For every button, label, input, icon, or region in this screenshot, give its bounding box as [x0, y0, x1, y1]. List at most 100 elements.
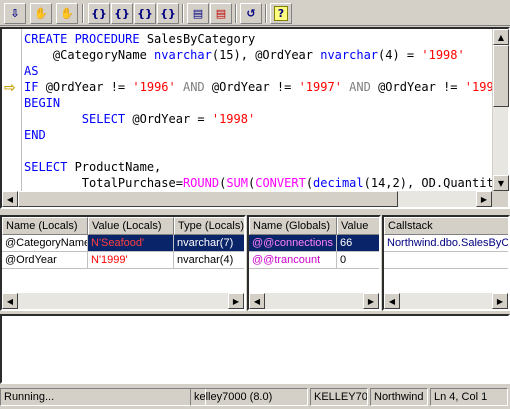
step-out-brace-icon: {}: [137, 7, 153, 20]
locals-row-value[interactable]: N'Seafood': [88, 235, 174, 252]
step-over-brace-button[interactable]: {}: [111, 3, 133, 24]
scroll-left-icon[interactable]: ◀: [384, 293, 400, 309]
globals-name-header[interactable]: Name (Globals): [249, 217, 337, 235]
code-line[interactable]: END: [24, 127, 494, 143]
code-token: SELECT: [24, 160, 75, 174]
code-token: @OrdYear =: [132, 112, 212, 126]
code-token: '1996': [132, 80, 176, 94]
debugger-toolbar: ⇩ ✋ ✋ {} {} {} {} ▤ ▤ ↺ ?: [0, 0, 510, 26]
locals-name-header[interactable]: Name (Locals): [2, 217, 88, 235]
scroll-right-icon[interactable]: ▶: [363, 293, 379, 309]
run-to-cursor-brace-button[interactable]: {}: [157, 3, 179, 24]
toolbar-separator: [235, 4, 237, 23]
code-line[interactable]: [24, 143, 494, 159]
scroll-up-icon[interactable]: ▲: [493, 29, 509, 45]
globals-row-name[interactable]: @@trancount: [249, 252, 337, 269]
code-line[interactable]: @CategoryName nvarchar(15), @OrdYear nva…: [24, 47, 494, 63]
code-token: (14,2), OD.Quantity: [363, 176, 494, 190]
code-line[interactable]: CREATE PROCEDURE SalesByCategory: [24, 31, 494, 47]
toggle-breakpoint-button[interactable]: ▤: [187, 3, 209, 24]
code-token: nvarchar: [320, 48, 379, 62]
status-state: Running...: [0, 388, 206, 406]
step-into-icon: ⇩: [10, 7, 20, 20]
globals-row-name[interactable]: @@connections: [249, 235, 337, 252]
step-over-brace-icon: {}: [114, 7, 130, 20]
scroll-thumb[interactable]: [493, 45, 509, 107]
restart-icon: ↺: [246, 7, 256, 20]
globals-horizontal-scrollbar[interactable]: ◀ ▶: [249, 293, 379, 309]
status-database: Northwind: [370, 388, 428, 406]
code-token: AND: [175, 80, 212, 94]
code-line[interactable]: BEGIN: [24, 95, 494, 111]
locals-row-type[interactable]: nvarchar(7): [174, 235, 244, 252]
callstack-row[interactable]: Northwind.dbo.SalesByCategory: [384, 235, 508, 252]
editor-gutter: ⇨: [2, 29, 22, 191]
step-into-brace-button[interactable]: {}: [88, 3, 110, 24]
code-line[interactable]: AS: [24, 63, 494, 79]
help-icon: ?: [273, 6, 289, 21]
code-line[interactable]: TotalPurchase=ROUND(SUM(CONVERT(decimal(…: [24, 175, 494, 191]
callstack-horizontal-scrollbar[interactable]: ◀ ▶: [384, 293, 508, 309]
globals-row-value[interactable]: 66: [337, 235, 379, 252]
remove-breakpoints-button[interactable]: ▤: [210, 3, 232, 24]
globals-value-header[interactable]: Value: [337, 217, 379, 235]
output-pane[interactable]: [0, 314, 510, 384]
scroll-left-icon[interactable]: ◀: [2, 191, 18, 207]
locals-row-name[interactable]: @OrdYear: [2, 252, 88, 269]
scroll-right-icon[interactable]: ▶: [492, 293, 508, 309]
callstack-header[interactable]: Callstack: [384, 217, 508, 235]
locals-horizontal-scrollbar[interactable]: ◀ ▶: [2, 293, 244, 309]
code-token: AND: [341, 80, 379, 94]
status-position: Ln 4, Col 1: [430, 388, 508, 406]
code-token: BEGIN: [24, 96, 61, 110]
step-out-brace-button[interactable]: {}: [134, 3, 156, 24]
code-token: decimal: [313, 176, 364, 190]
status-user: KELLEY7000\: [310, 388, 368, 406]
code-token: '1998': [421, 48, 465, 62]
locals-row-type[interactable]: nvarchar(4): [174, 252, 244, 269]
scroll-right-icon[interactable]: ▶: [228, 293, 244, 309]
stop-button[interactable]: ✋: [56, 3, 78, 24]
scroll-thumb[interactable]: [18, 191, 398, 207]
code-token: '1998': [211, 112, 256, 126]
scrollbar-corner: [492, 191, 508, 207]
code-token: SUM: [226, 176, 248, 190]
code-token: AS: [24, 64, 39, 78]
scroll-left-icon[interactable]: ◀: [249, 293, 265, 309]
code-text[interactable]: CREATE PROCEDURE SalesByCategory @Catego…: [24, 31, 494, 191]
toolbar-separator: [82, 4, 84, 23]
toolbar-separator: [265, 4, 267, 23]
scroll-right-icon[interactable]: ▶: [476, 191, 492, 207]
locals-row-value[interactable]: N'1999': [88, 252, 174, 269]
toolbar-separator: [182, 4, 184, 23]
code-token: TotalPurchase=: [24, 176, 183, 190]
code-token: '1998': [464, 80, 494, 94]
editor-horizontal-scrollbar[interactable]: ◀ ▶: [2, 191, 492, 207]
halt-button[interactable]: ✋: [30, 3, 52, 24]
run-to-cursor-brace-icon: {}: [160, 7, 176, 20]
current-line-arrow-icon: ⇨: [4, 80, 16, 96]
code-token: (15), @OrdYear: [211, 48, 321, 62]
code-token: @OrdYear !=: [45, 80, 133, 94]
code-token: (4) =: [378, 48, 422, 62]
step-into-button[interactable]: ⇩: [4, 3, 26, 24]
code-token: nvarchar: [154, 48, 212, 62]
editor-vertical-scrollbar[interactable]: ▲ ▼: [492, 29, 509, 191]
scroll-down-icon[interactable]: ▼: [493, 175, 509, 191]
code-line[interactable]: SELECT @OrdYear = '1998': [24, 111, 494, 127]
code-token: SELECT: [81, 112, 133, 126]
code-line[interactable]: SELECT ProductName,: [24, 159, 494, 175]
code-token: END: [24, 128, 46, 142]
locals-value-header[interactable]: Value (Locals): [88, 217, 174, 235]
restart-button[interactable]: ↺: [240, 3, 262, 24]
code-editor[interactable]: ⇨ CREATE PROCEDURE SalesByCategory @Cate…: [0, 27, 510, 209]
help-button[interactable]: ?: [270, 3, 292, 24]
status-server: kelley7000 (8.0): [190, 388, 308, 406]
globals-row-value[interactable]: 0: [337, 252, 379, 269]
code-line[interactable]: IF @OrdYear != '1996' AND @OrdYear != '1…: [24, 79, 494, 95]
scroll-left-icon[interactable]: ◀: [2, 293, 18, 309]
locals-row-name[interactable]: @CategoryName: [2, 235, 88, 252]
code-token: SalesByCategory: [146, 32, 256, 46]
locals-type-header[interactable]: Type (Locals): [174, 217, 244, 235]
code-token: @OrdYear !=: [211, 80, 299, 94]
